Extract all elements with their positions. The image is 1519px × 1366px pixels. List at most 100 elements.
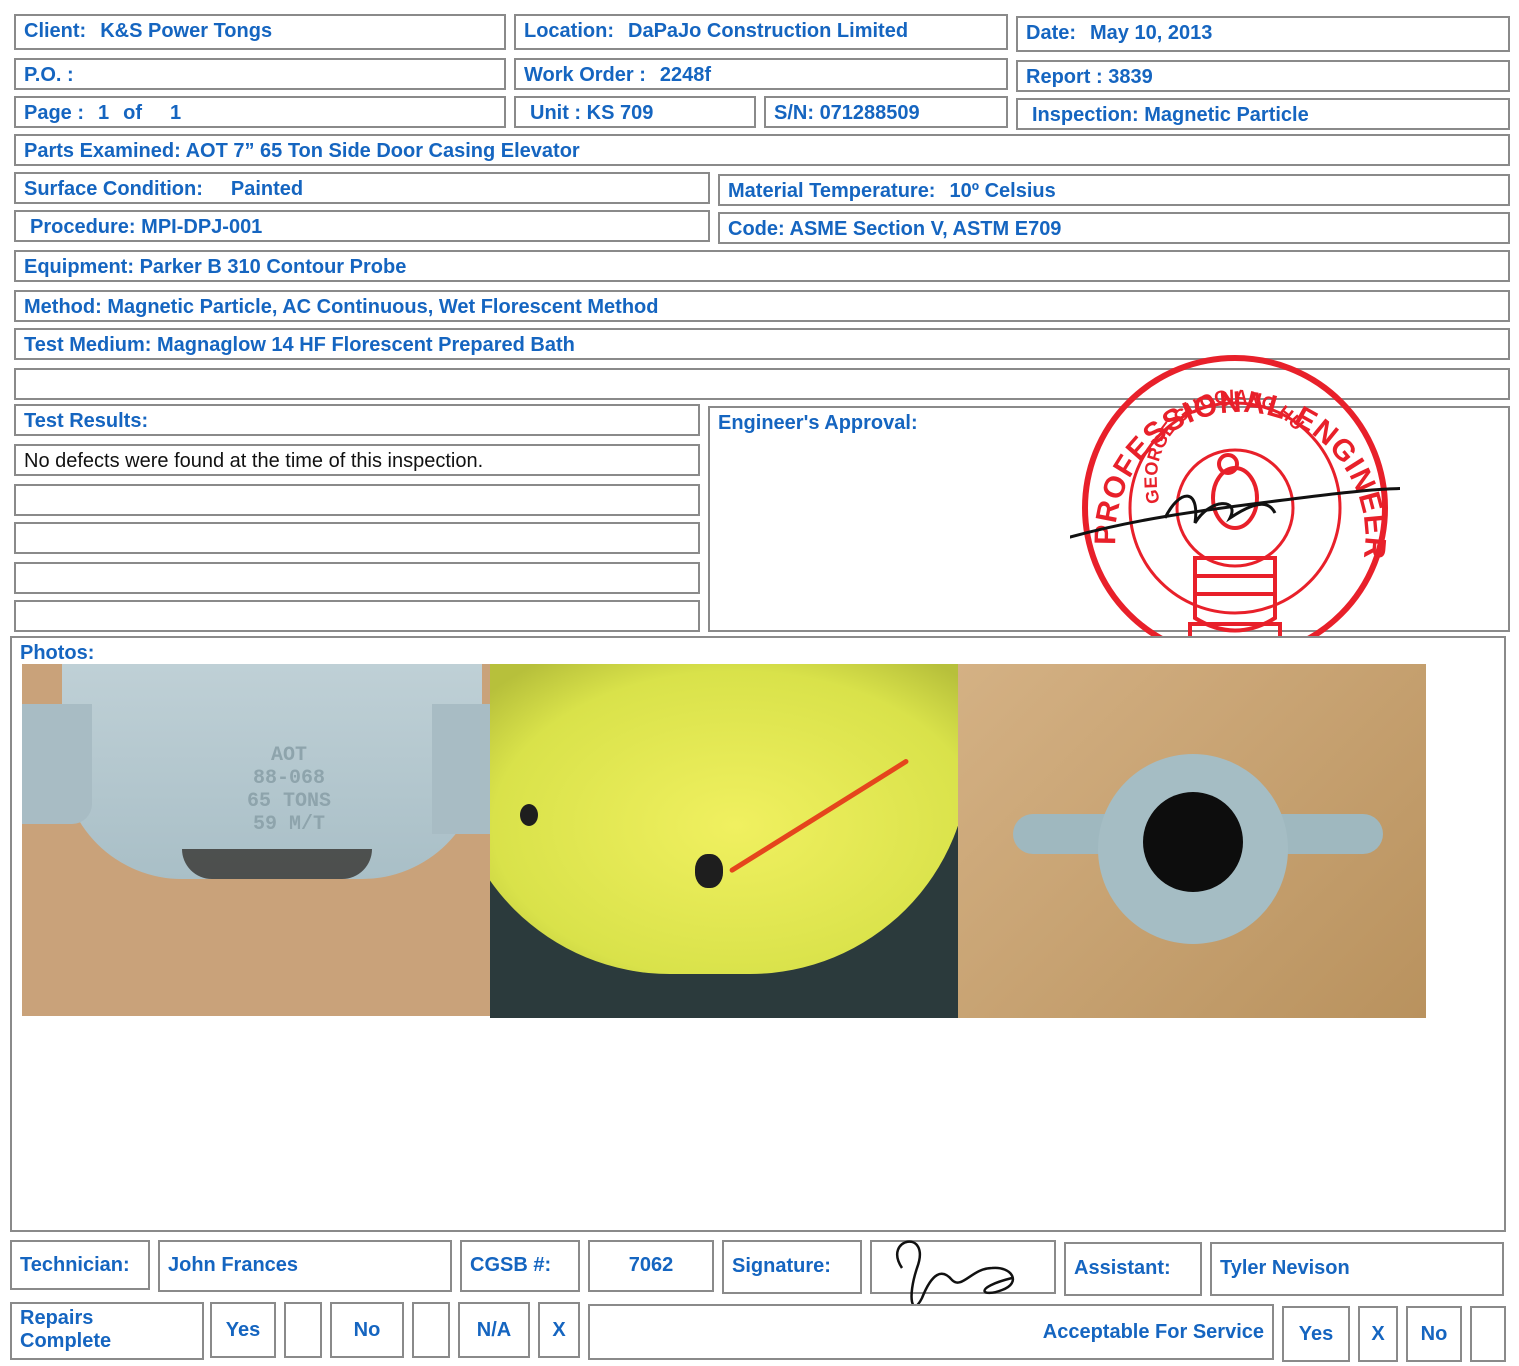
accept-yes-label-box: Yes [1282,1306,1350,1362]
beaver-icon [1211,453,1259,530]
signature-label-box: Signature: [722,1240,862,1294]
svg-text:GEORGE GUOQIANG HU: GEORGE GUOQIANG HU [1141,386,1308,506]
test-result-line [14,562,700,594]
equipment-label: Equipment: [24,256,134,278]
accept-no-checkbox[interactable] [1470,1306,1506,1362]
casting-text: AOT [271,744,308,767]
accept-no-label: No [1420,1323,1448,1345]
client-label: Client: [24,20,87,42]
assistant-label-box: Assistant: [1064,1242,1202,1296]
cgsb-value: 7062 [628,1254,674,1276]
location-field: Location: DaPaJo Construction Limited [514,14,1008,50]
test-result-line [14,484,700,516]
technician-label: Technician: [20,1254,130,1276]
date-field: Date: May 10, 2013 [1016,16,1510,52]
material-temp-field: Material Temperature: 10º Celsius [718,174,1510,206]
report-label: Report : [1026,66,1103,88]
acceptable-for-service-box: Acceptable For Service [588,1304,1274,1360]
casting-text: 88-068 [253,767,326,790]
report-field: Report : 3839 [1016,60,1510,92]
surface-label: Surface Condition: [24,178,203,200]
svg-text:PROFESSIONAL ENGINEER ALBERTA: PROFESSIONAL ENGINEER ALBERTA [1070,348,1392,572]
test-results-label: Test Results: [24,410,149,432]
repairs-na-checkbox[interactable]: X [538,1302,580,1358]
test-medium-label: Test Medium: [24,334,152,356]
technician-value: John Frances [168,1254,299,1276]
assistant-value-box: Tyler Nevison [1210,1242,1504,1296]
engineer-stamp: PROFESSIONAL ENGINEER ALBERTA GEORGE GUO… [1070,348,1400,658]
repairs-yes-checkbox[interactable] [284,1302,322,1358]
acceptable-label: Acceptable For Service [1042,1321,1264,1343]
test-medium-value: Magnaglow 14 HF Florescent Prepared Bath [156,334,575,356]
code-label: Code: [728,218,785,240]
surface-condition-field: Surface Condition: Painted [14,172,710,204]
method-field: Method: Magnetic Particle, AC Continuous… [14,290,1510,322]
date-label: Date: [1026,22,1077,44]
procedure-label: Procedure: [30,216,136,238]
casting-text: 65 TONS [247,790,332,813]
sn-field: S/N: 071288509 [764,96,1008,128]
page-field: Page : 1 of 1 [14,96,506,128]
stamp-outer-text: PROFESSIONAL ENGINEER ALBERTA [1070,348,1391,572]
technician-signature [895,1240,1015,1308]
photos-label: Photos: [20,642,95,664]
cgsb-value-box: 7062 [588,1240,714,1292]
photo-fluorescent-surface [490,664,958,1018]
repairs-label-line2: Complete [20,1330,112,1352]
repairs-no-label-box: No [330,1302,404,1358]
po-field: P.O. : [14,58,506,90]
cgsb-label: CGSB #: [470,1254,552,1276]
repairs-yes-label: Yes [225,1319,261,1341]
accept-yes-label: Yes [1298,1323,1334,1345]
sn-label: S/N: [774,102,814,124]
accept-no-label-box: No [1406,1306,1462,1362]
test-result-line [14,600,700,632]
work-order-value: 2248f [659,64,712,86]
accept-yes-mark: X [1371,1323,1385,1345]
method-value: Magnetic Particle, AC Continuous, Wet Fl… [107,296,659,318]
report-value: 3839 [1108,66,1153,88]
client-field: Client: K&S Power Tongs [14,14,506,50]
work-order-label: Work Order : [524,64,646,86]
location-value: DaPaJo Construction Limited [628,20,909,42]
repairs-no-checkbox[interactable] [412,1302,450,1358]
repairs-yes-label-box: Yes [210,1302,276,1358]
photo-casting-markings: AOT 88-068 65 TONS 59 M/T [22,664,490,1016]
of-label: of [123,102,143,124]
unit-label: Unit : [530,102,582,124]
repairs-na-mark: X [552,1319,566,1341]
page-value: 1 [98,102,110,124]
cgsb-label-box: CGSB #: [460,1240,580,1292]
technician-value-box: John Frances [158,1240,452,1292]
repairs-label-box: Repairs Complete [10,1302,204,1360]
repairs-na-label: N/A [476,1319,512,1341]
sn-value: 071288509 [819,102,920,124]
unit-value: KS 709 [586,102,654,124]
test-result-line: No defects were found at the time of thi… [14,444,700,476]
procedure-value: MPI-DPJ-001 [141,216,263,238]
casting-text: 59 M/T [253,813,326,836]
location-label: Location: [524,20,614,42]
test-result-line [14,522,700,554]
technician-label-box: Technician: [10,1240,150,1290]
equipment-value: Parker B 310 Contour Probe [139,256,407,278]
parts-value: AOT 7” 65 Ton Side Door Casing Elevator [185,140,580,162]
date-value: May 10, 2013 [1090,22,1213,44]
test-result-text: No defects were found at the time of thi… [24,450,484,472]
unit-field: Unit : KS 709 [514,96,756,128]
stamp-inner-text: GEORGE GUOQIANG HU [1141,386,1308,506]
code-value: ASME Section V, ASTM E709 [789,218,1062,240]
inspection-value: Magnetic Particle [1144,104,1309,126]
signature-box [870,1240,1056,1308]
assistant-value: Tyler Nevison [1220,1257,1350,1279]
accept-yes-checkbox[interactable]: X [1358,1306,1398,1362]
inspection-field: Inspection: Magnetic Particle [1016,98,1510,130]
po-label: P.O. : [24,64,74,86]
signature-label: Signature: [732,1255,831,1277]
method-label: Method: [24,296,102,318]
code-field: Code: ASME Section V, ASTM E709 [718,212,1510,244]
page-label: Page : [24,102,85,124]
engineer-approval-label: Engineer's Approval: [718,412,918,434]
work-order-field: Work Order : 2248f [514,58,1008,90]
repairs-na-label-box: N/A [458,1302,530,1358]
